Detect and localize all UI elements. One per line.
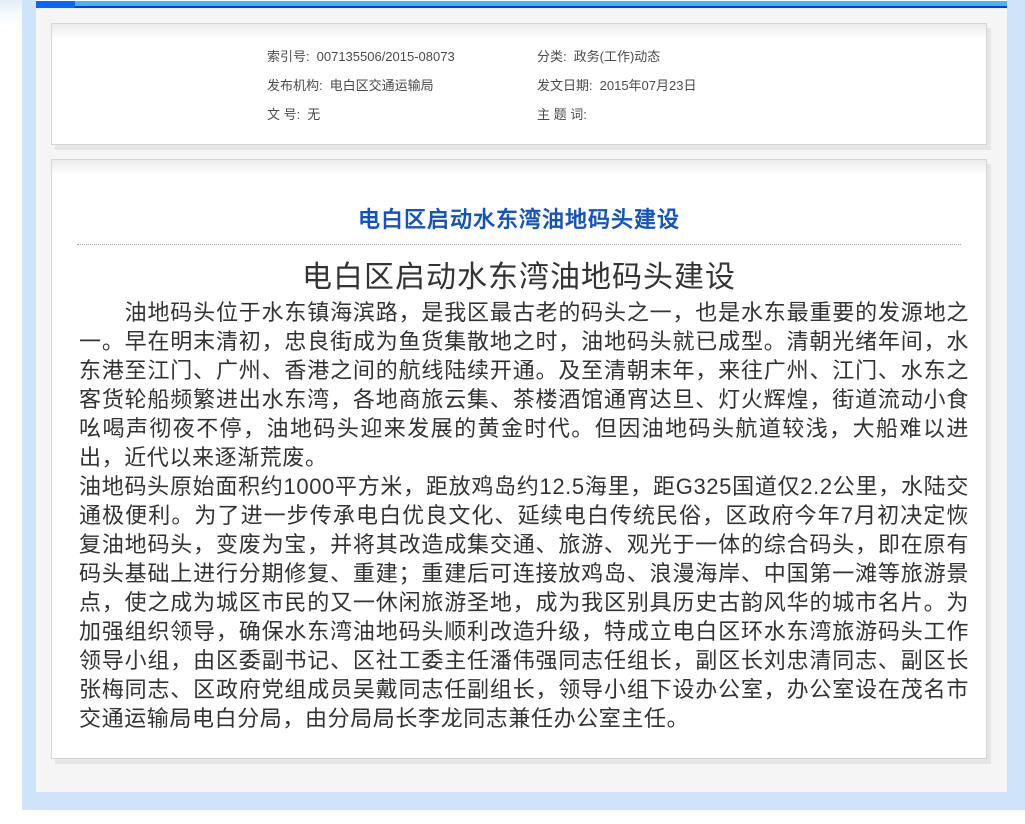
article-paragraph: 油地码头原始面积约1000平方米，距放鸡岛约12.5海里，距G325国道仅2.2… [79, 472, 969, 733]
field-index-number: 索引号: 007135506/2015-08073 [267, 42, 537, 71]
page: 索引号: 007135506/2015-08073 分类: 政务(工作)动态 发… [0, 0, 1025, 824]
field-label: 发布机构: [267, 71, 323, 100]
field-value: 电白区交通运输局 [330, 71, 434, 100]
article-body: 油地码头位于水东镇海滨路，是我区最古老的码头之一，也是水东最重要的发源地之一。早… [79, 298, 969, 733]
article-title-link[interactable]: 电白区启动水东湾油地码头建设 [52, 202, 986, 234]
article-heading: 电白区启动水东湾油地码头建设 [52, 252, 986, 296]
field-value: 无 [307, 100, 320, 129]
field-category: 分类: 政务(工作)动态 [537, 42, 660, 71]
field-label: 主 题 词: [537, 100, 587, 129]
field-label: 文 号: [267, 100, 300, 129]
article-card: 电白区启动水东湾油地码头建设 电白区启动水东湾油地码头建设 油地码头位于水东镇海… [51, 159, 987, 759]
field-subject-words: 主 题 词: [537, 100, 594, 129]
field-value: 007135506/2015-08073 [317, 42, 455, 71]
field-issue-date: 发文日期: 2015年07月23日 [537, 71, 696, 100]
left-side-strip [22, 0, 36, 792]
table-row: 发布机构: 电白区交通运输局 发文日期: 2015年07月23日 [267, 71, 986, 100]
article-paragraph: 油地码头位于水东镇海滨路，是我区最古老的码头之一，也是水东最重要的发源地之一。早… [79, 298, 969, 472]
field-label: 分类: [537, 42, 567, 71]
field-document-number: 文 号: 无 [267, 100, 537, 129]
corner-accent-gradient [0, 0, 22, 26]
field-issuing-agency: 发布机构: 电白区交通运输局 [267, 71, 537, 100]
field-label: 索引号: [267, 42, 310, 71]
field-value: 政务(工作)动态 [574, 42, 661, 71]
table-row: 文 号: 无 主 题 词: [267, 100, 986, 129]
field-value: 2015年07月23日 [600, 71, 697, 100]
dotted-divider [77, 244, 961, 245]
footer-strip [22, 792, 1025, 810]
header-accent-tab [36, 1, 75, 8]
header-bar [36, 1, 1007, 8]
field-label: 发文日期: [537, 71, 593, 100]
table-row: 索引号: 007135506/2015-08073 分类: 政务(工作)动态 [267, 42, 986, 71]
right-side-strip [1007, 0, 1025, 792]
document-info-card: 索引号: 007135506/2015-08073 分类: 政务(工作)动态 发… [51, 23, 987, 145]
document-info-table: 索引号: 007135506/2015-08073 分类: 政务(工作)动态 发… [52, 24, 986, 129]
content-area: 索引号: 007135506/2015-08073 分类: 政务(工作)动态 发… [36, 1, 1007, 792]
